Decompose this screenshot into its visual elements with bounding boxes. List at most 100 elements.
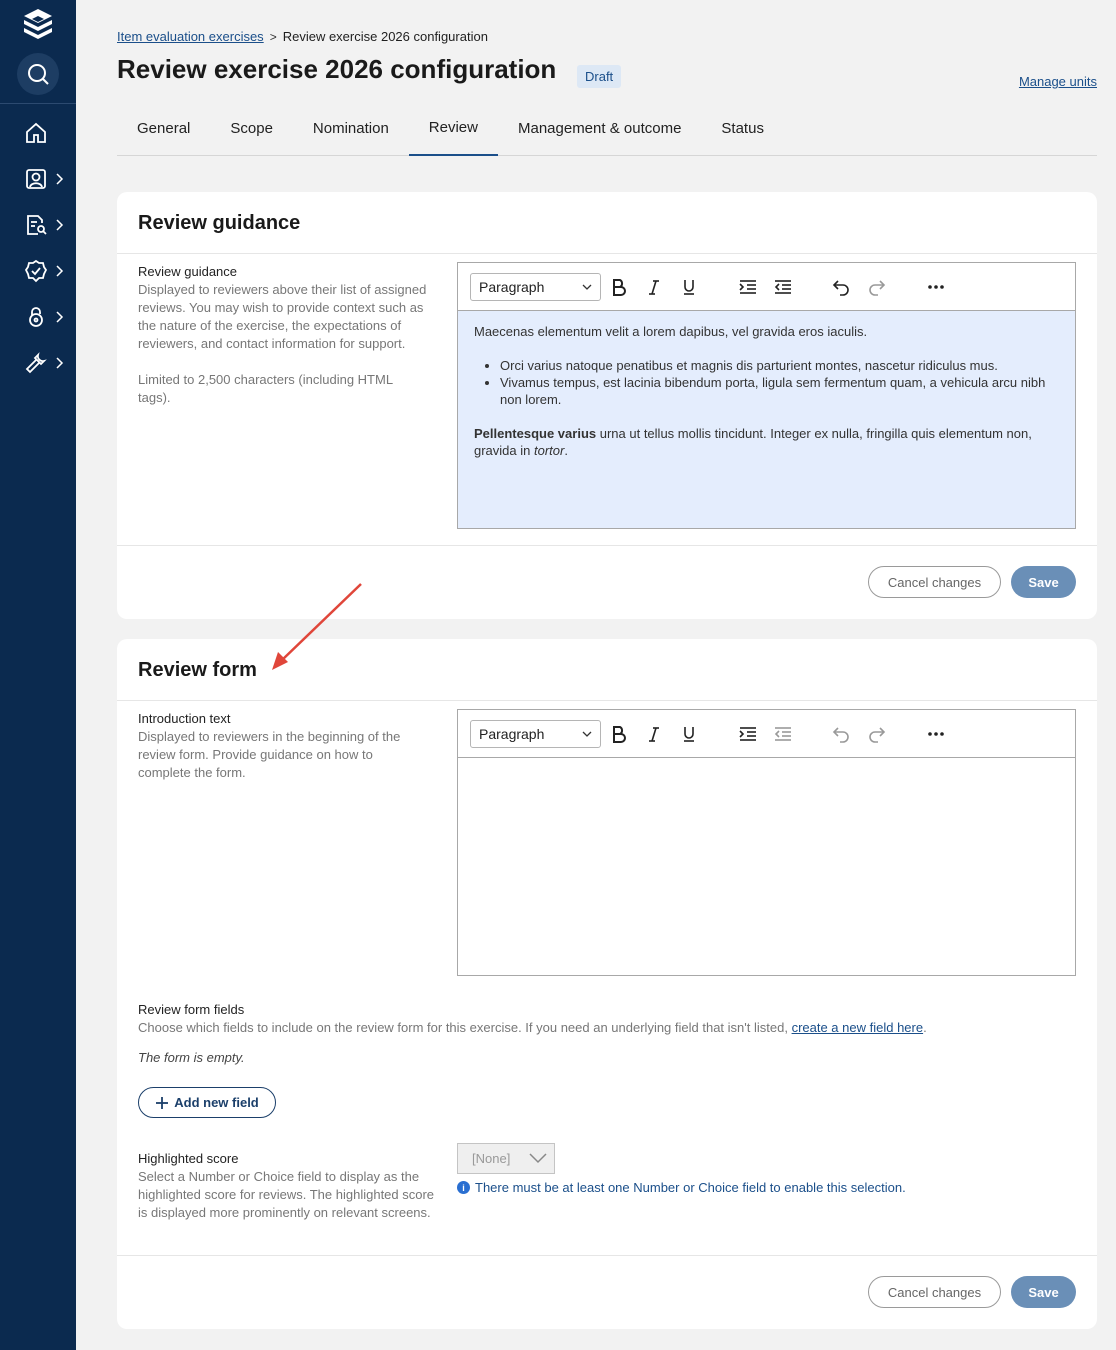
undo-icon (832, 280, 849, 296)
format-select[interactable]: Paragraph (470, 720, 601, 748)
sidebar-item-home[interactable] (0, 113, 76, 153)
wrench-icon (25, 352, 47, 374)
add-new-field-button[interactable]: Add new field (138, 1087, 276, 1118)
italic-button[interactable] (643, 723, 665, 745)
italic-button[interactable] (643, 276, 665, 298)
chevron-down-icon (582, 731, 592, 737)
chevron-right-icon (56, 173, 64, 185)
info-message: i There must be at least one Number or C… (457, 1180, 906, 1195)
outdent-button[interactable] (772, 276, 794, 298)
undo-button[interactable] (830, 276, 852, 298)
editor-bold-text: Pellentesque varius (474, 426, 597, 441)
sidebar (0, 0, 76, 1350)
sidebar-divider (0, 103, 76, 104)
tab-bar: General Scope Nomination Review Manageme… (117, 101, 1097, 156)
add-new-field-label: Add new field (174, 1095, 259, 1110)
field-help: Displayed to reviewers above their list … (138, 282, 427, 351)
field-limit: Limited to 2,500 characters (including H… (138, 372, 393, 405)
card-divider (117, 1255, 1097, 1256)
field-help: Displayed to reviewers in the beginning … (138, 729, 401, 780)
redo-button[interactable] (866, 723, 888, 745)
field-help: Select a Number or Choice field to displ… (138, 1169, 435, 1220)
editor-paragraph: Pellentesque varius urna ut tellus molli… (474, 425, 1059, 459)
outdent-icon (774, 727, 791, 741)
more-options-button[interactable] (925, 723, 947, 745)
editor-text: . (564, 443, 568, 458)
more-icon (928, 285, 944, 289)
empty-form-text: The form is empty. (138, 1050, 245, 1065)
bold-button[interactable] (608, 276, 630, 298)
underline-icon (684, 727, 694, 742)
editor-toolbar: Paragraph (458, 710, 1075, 758)
review-guidance-card: Review guidance Review guidance Displaye… (117, 192, 1097, 619)
select-value: [None] (472, 1151, 511, 1166)
bold-icon (613, 279, 626, 296)
breadcrumb-link-parent[interactable]: Item evaluation exercises (117, 29, 264, 44)
outdent-button[interactable] (772, 723, 794, 745)
tab-review[interactable]: Review (408, 101, 498, 156)
highlighted-score-select[interactable]: [None] (457, 1143, 555, 1174)
sidebar-item-profiles[interactable] (0, 159, 76, 199)
card-divider (117, 545, 1097, 546)
card-divider (117, 700, 1097, 701)
indent-button[interactable] (737, 723, 759, 745)
redo-icon (869, 280, 886, 296)
bold-icon (613, 726, 626, 743)
info-icon: i (457, 1181, 470, 1194)
italic-icon (649, 727, 659, 742)
tab-management-outcome[interactable]: Management & outcome (498, 101, 701, 156)
sidebar-item-security[interactable] (0, 297, 76, 337)
field-label: Review guidance (138, 264, 238, 279)
introduction-text-editor[interactable]: Paragraph (457, 709, 1076, 976)
cancel-changes-button[interactable]: Cancel changes (868, 1276, 1001, 1308)
breadcrumb-current: Review exercise 2026 configuration (282, 29, 488, 44)
home-icon (26, 122, 46, 143)
undo-button[interactable] (830, 723, 852, 745)
redo-button[interactable] (866, 276, 888, 298)
more-icon (928, 732, 944, 736)
status-badge: Draft (577, 65, 622, 88)
underline-button[interactable] (678, 276, 700, 298)
italic-icon (649, 280, 659, 295)
sidebar-item-approvals[interactable] (0, 251, 76, 291)
app-logo[interactable] (20, 6, 56, 42)
editor-bullet-list: Orci varius natoque penatibus et magnis … (484, 357, 1059, 408)
cancel-changes-button[interactable]: Cancel changes (868, 566, 1001, 598)
format-select[interactable]: Paragraph (470, 273, 601, 301)
save-button[interactable]: Save (1011, 566, 1076, 598)
chevron-right-icon (56, 357, 64, 369)
plus-icon (156, 1096, 169, 1109)
bold-button[interactable] (608, 723, 630, 745)
underline-icon (684, 280, 694, 295)
save-button[interactable]: Save (1011, 1276, 1076, 1308)
tab-scope[interactable]: Scope (210, 101, 293, 156)
outdent-icon (774, 280, 791, 294)
review-guidance-editor[interactable]: Paragraph Maecenas elementum velit a lor… (457, 262, 1076, 529)
more-options-button[interactable] (925, 276, 947, 298)
underline-button[interactable] (678, 723, 700, 745)
search-icon (28, 64, 49, 85)
profile-icon (26, 169, 46, 189)
undo-icon (832, 727, 849, 743)
chevron-down-icon (582, 284, 592, 290)
breadcrumb-separator: > (269, 29, 277, 44)
format-select-value: Paragraph (479, 726, 545, 742)
sidebar-item-tools[interactable] (0, 343, 76, 383)
tab-status[interactable]: Status (701, 101, 784, 156)
indent-button[interactable] (737, 276, 759, 298)
chevron-down-icon (529, 1153, 547, 1164)
editor-content[interactable]: Maecenas elementum velit a lorem dapibus… (458, 311, 1075, 528)
search-button[interactable] (17, 53, 59, 95)
card-title: Review form (138, 659, 257, 681)
tab-nomination[interactable]: Nomination (293, 101, 409, 156)
tab-general[interactable]: General (117, 101, 210, 156)
sidebar-item-reports[interactable] (0, 205, 76, 245)
create-new-field-link[interactable]: create a new field here (792, 1020, 924, 1035)
editor-content[interactable] (458, 758, 1075, 975)
field-label: Review form fields (138, 1002, 245, 1017)
review-form-card: Review form Introduction text Displayed … (117, 639, 1097, 1329)
editor-toolbar: Paragraph (458, 263, 1075, 311)
field-help-text: Choose which fields to include on the re… (138, 1020, 792, 1035)
manage-units-link[interactable]: Manage units (1019, 74, 1097, 89)
redo-icon (869, 727, 886, 743)
